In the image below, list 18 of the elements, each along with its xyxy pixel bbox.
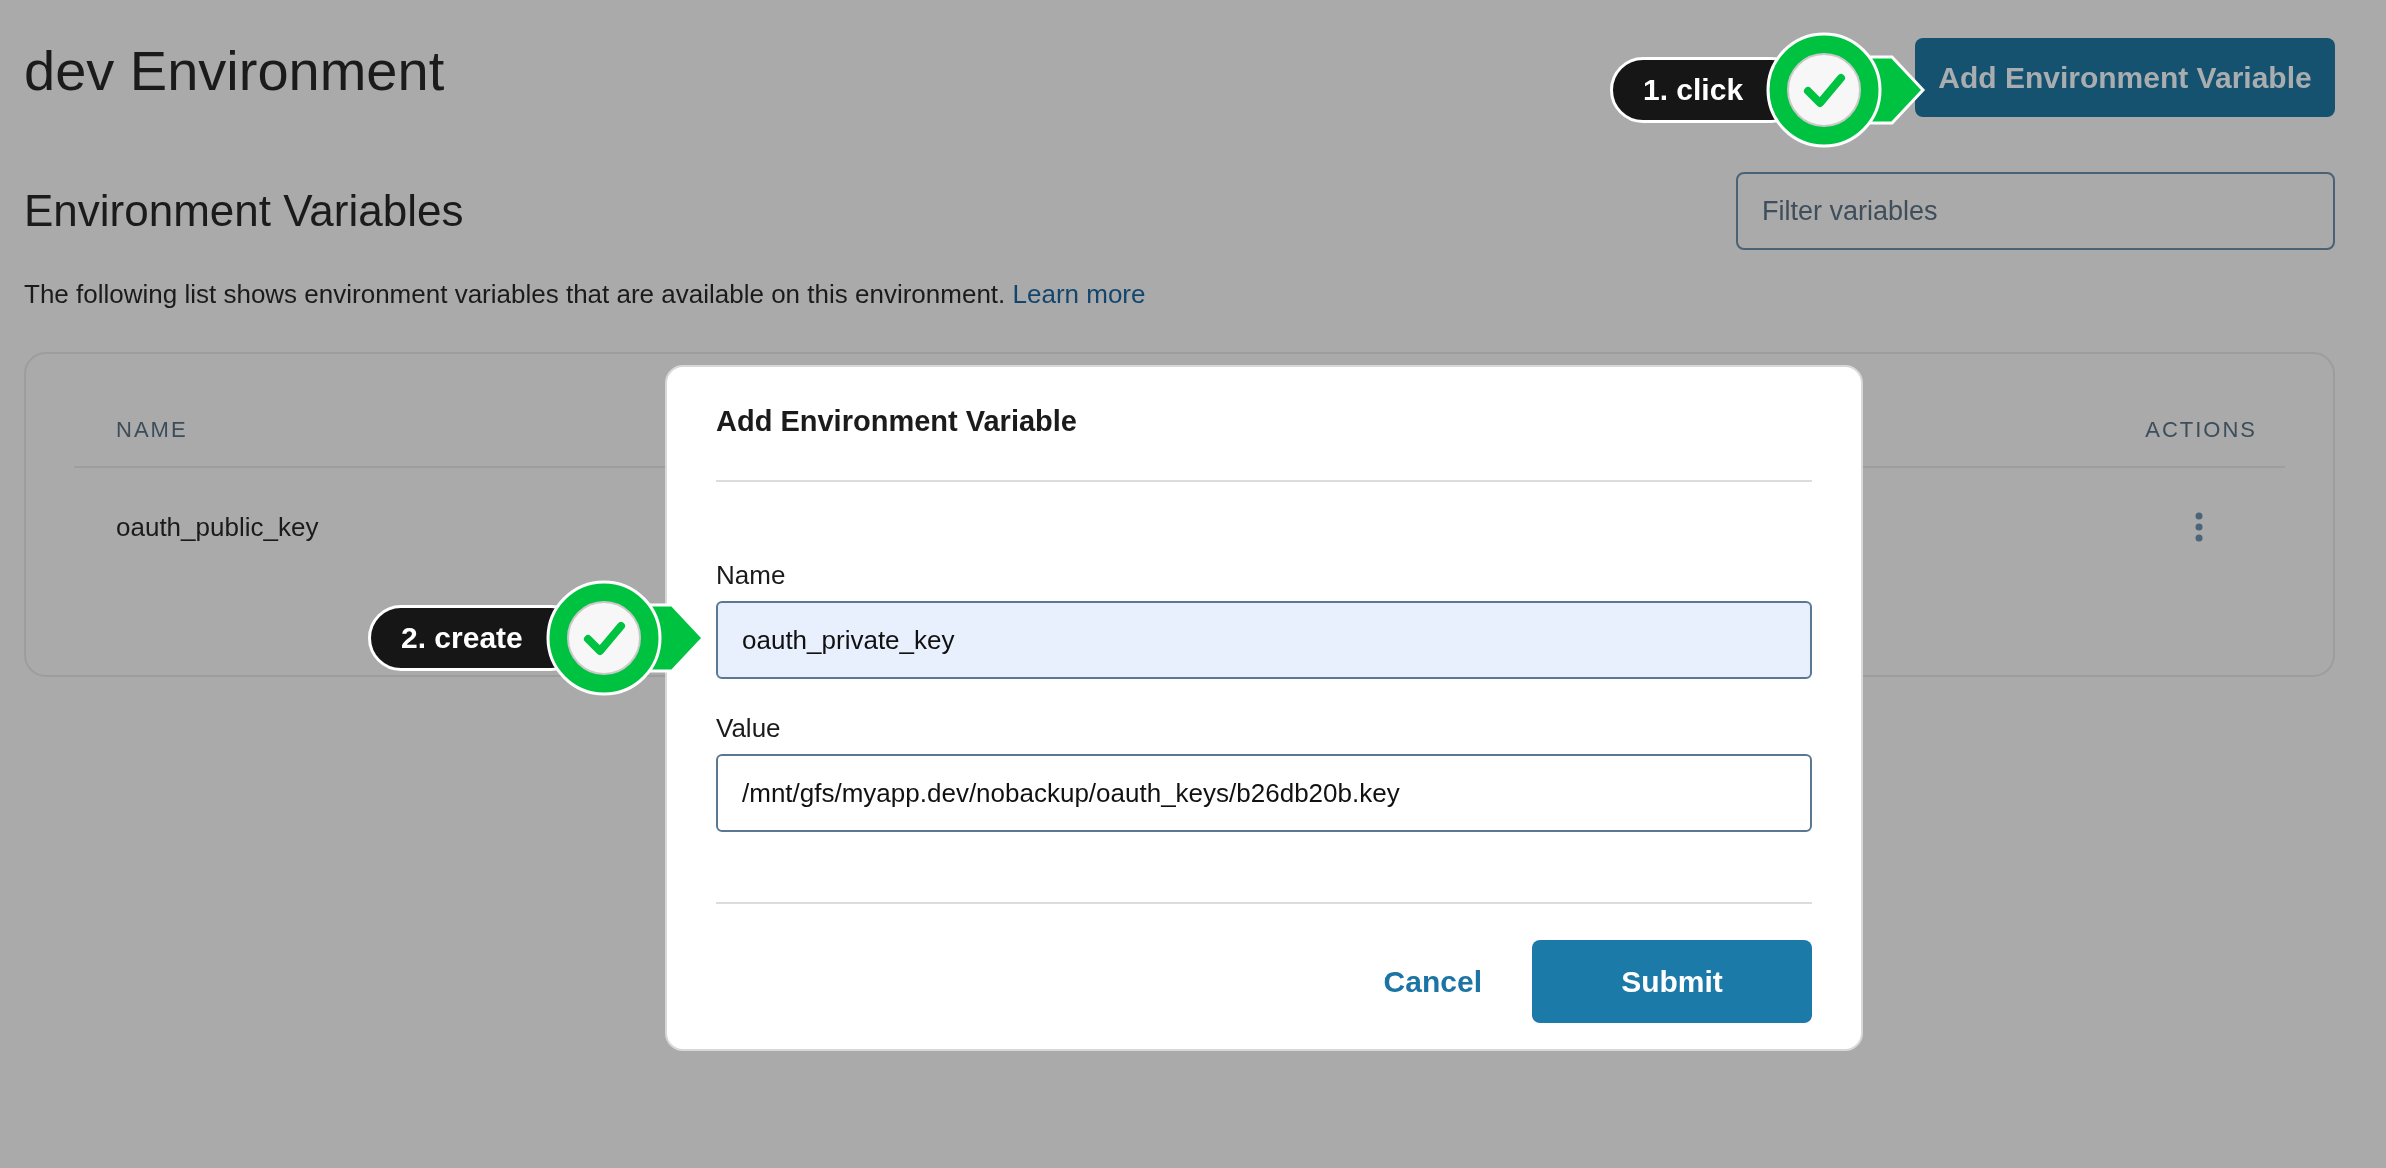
cancel-button[interactable]: Cancel [1383, 964, 1482, 999]
input-field[interactable]: oauth_private_key [716, 601, 1812, 679]
page-title: dev Environment [24, 38, 445, 104]
field-label: Name [716, 560, 787, 591]
add-variable-button[interactable]: Add Environment Variable [1915, 38, 2335, 117]
section-heading: Environment Variables [24, 186, 464, 236]
filter-field[interactable]: Filter variables [1736, 172, 2335, 250]
column-header: NAME [116, 417, 188, 443]
table-cell: oauth_public_key [116, 511, 319, 543]
more-options-icon[interactable] [2195, 512, 2203, 542]
input-field[interactable]: /mnt/gfs/myapp.dev/nobackup/oauth_keys/b26db20b.key [716, 754, 1812, 832]
column-header: ACTIONS [2145, 417, 2257, 443]
submit-button[interactable]: Submit [1532, 940, 1812, 1023]
learn-more-link[interactable]: Learn more [1012, 279, 1146, 309]
description-text: The following list shows environment variables that are available on this environment. Learn more [24, 278, 1147, 311]
dialog-title: Add Environment Variable [716, 405, 1078, 439]
check-badge-icon [1764, 30, 1927, 150]
field-label: Value [716, 713, 782, 744]
